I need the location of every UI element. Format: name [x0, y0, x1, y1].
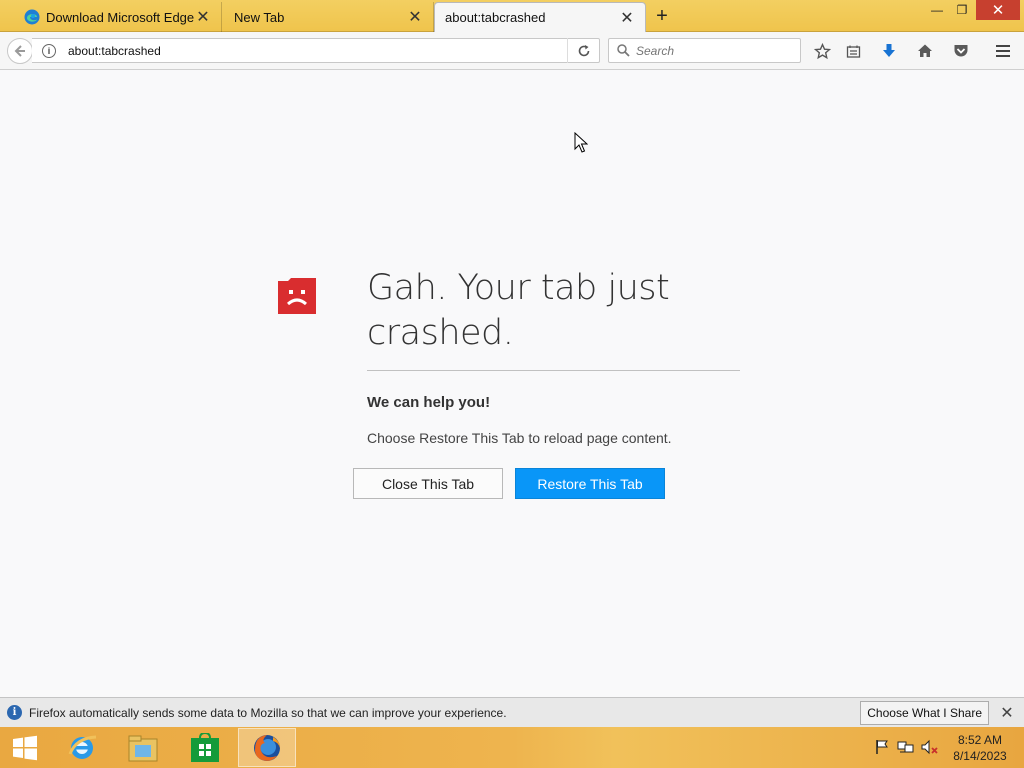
volume-muted-icon[interactable]: [921, 739, 939, 755]
nav-bar: i about:tabcrashed: [0, 32, 1024, 70]
reload-button[interactable]: [567, 38, 599, 63]
taskbar-firefox[interactable]: [238, 728, 296, 767]
tab-about-tabcrashed[interactable]: about:tabcrashed ✕: [434, 2, 646, 32]
new-tab-button[interactable]: +: [651, 5, 673, 27]
search-bar[interactable]: [608, 38, 801, 63]
internet-explorer-icon: [68, 735, 97, 759]
close-tab-icon[interactable]: ✕: [619, 10, 635, 27]
search-icon: [616, 44, 630, 58]
restore-button[interactable]: ❐: [950, 0, 974, 20]
tab-strip: Download Microsoft Edge ✕ New Tab ✕ abou…: [0, 0, 1024, 32]
search-input[interactable]: [636, 43, 796, 58]
data-notification-bar: i Firefox automatically sends some data …: [0, 697, 1024, 727]
downloads-button[interactable]: [878, 41, 900, 61]
clock-date: 8/14/2023: [953, 749, 1007, 763]
tab-title: about:tabcrashed: [445, 10, 546, 25]
notification-message: Firefox automatically sends some data to…: [29, 705, 507, 720]
crash-description: Choose Restore This Tab to reload page c…: [367, 430, 672, 446]
close-tab-icon[interactable]: ✕: [407, 9, 423, 26]
notification-close-icon[interactable]: ✕: [995, 703, 1019, 723]
divider: [367, 370, 740, 371]
edge-icon: [24, 9, 40, 25]
crash-subhead: We can help you!: [367, 394, 491, 411]
clock-time: 8:52 AM: [957, 733, 1003, 747]
tab-title: Download Microsoft Edge: [46, 9, 195, 25]
pocket-icon: [954, 45, 968, 57]
sad-tab-icon: [278, 278, 316, 314]
firefox-icon: [254, 734, 280, 761]
window-close-button[interactable]: ✕: [976, 0, 1020, 20]
close-this-tab-button[interactable]: Close This Tab: [353, 468, 503, 499]
pocket-button[interactable]: [950, 41, 972, 61]
tab-title: New Tab: [234, 9, 285, 25]
star-icon: [813, 42, 831, 59]
info-icon: i: [7, 705, 22, 720]
hamburger-menu-icon: [996, 45, 1010, 57]
reading-list-icon: [846, 45, 860, 58]
action-center-flag-icon[interactable]: [873, 739, 891, 755]
close-tab-icon[interactable]: ✕: [195, 9, 211, 26]
system-clock[interactable]: 8:52 AM 8/14/2023: [946, 732, 1014, 764]
url-bar[interactable]: i about:tabcrashed: [32, 38, 600, 63]
reload-icon: [578, 44, 589, 56]
home-icon: [918, 44, 932, 57]
taskbar: 8:52 AM 8/14/2023: [0, 727, 1024, 768]
mouse-cursor-icon: [574, 132, 588, 153]
file-explorer-icon: [128, 735, 158, 761]
network-icon[interactable]: [897, 739, 915, 755]
back-button[interactable]: [7, 38, 33, 64]
crash-page: Gah. Your tab just crashed. We can help …: [0, 71, 1024, 697]
tab-new-tab[interactable]: New Tab ✕: [224, 2, 434, 32]
taskbar-internet-explorer[interactable]: [53, 728, 111, 767]
taskbar-store[interactable]: [176, 728, 234, 767]
choose-what-i-share-button[interactable]: Choose What I Share: [860, 700, 989, 725]
taskbar-file-explorer[interactable]: [114, 728, 172, 767]
bookmarks-menu-button[interactable]: [842, 41, 864, 61]
home-button[interactable]: [914, 41, 936, 61]
start-icon: [13, 735, 37, 760]
menu-button[interactable]: [992, 41, 1014, 61]
restore-this-tab-button[interactable]: Restore This Tab: [515, 468, 665, 499]
bookmark-star-button[interactable]: [811, 41, 833, 61]
back-arrow-icon: [14, 45, 25, 57]
url-text[interactable]: about:tabcrashed: [68, 44, 567, 58]
minimize-button[interactable]: —: [924, 0, 950, 20]
store-icon: [191, 732, 219, 762]
crash-headline: Gah. Your tab just crashed.: [367, 268, 670, 353]
download-icon: [883, 44, 895, 57]
site-info-icon[interactable]: i: [42, 43, 56, 58]
tab-download-edge[interactable]: Download Microsoft Edge ✕: [14, 2, 222, 32]
start-button[interactable]: [0, 728, 50, 767]
